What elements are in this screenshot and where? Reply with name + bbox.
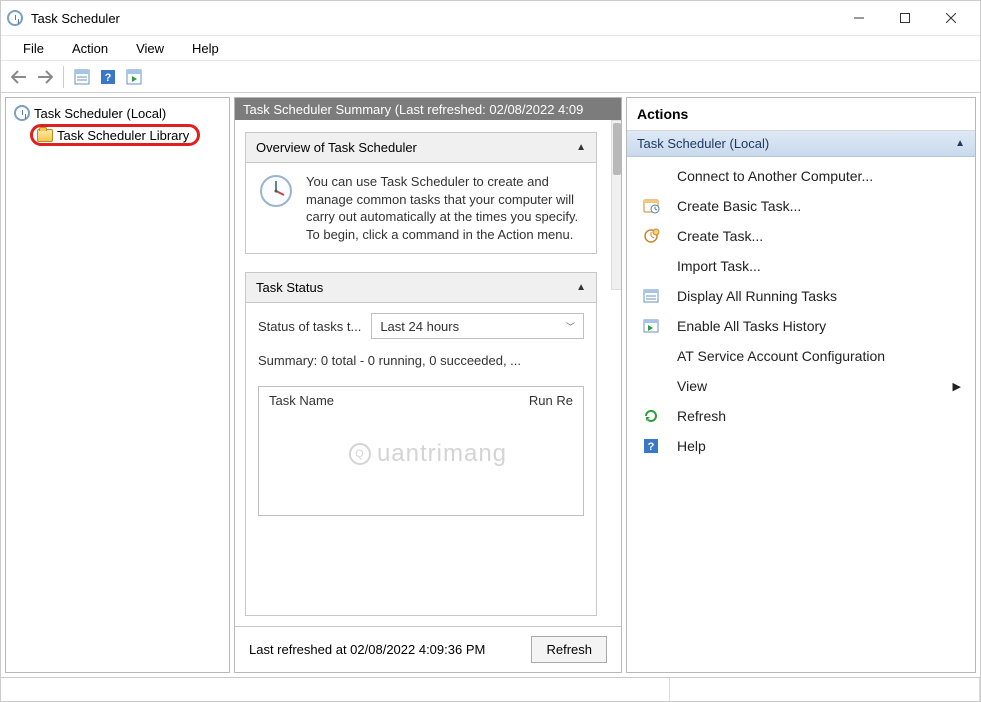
tree-pane: Task Scheduler (Local) Task Scheduler Li…	[5, 97, 230, 673]
blank-icon	[641, 376, 661, 396]
properties-icon[interactable]	[70, 65, 94, 89]
overview-title: Overview of Task Scheduler	[256, 140, 417, 155]
statusbar-cell	[1, 678, 670, 701]
action-create-basic-task[interactable]: Create Basic Task...	[627, 191, 975, 221]
clock-icon	[258, 173, 294, 212]
display-tasks-icon	[641, 286, 661, 306]
action-label: Help	[677, 438, 706, 454]
status-summary-line: Summary: 0 total - 0 running, 0 succeede…	[258, 353, 584, 368]
scheduler-icon	[14, 105, 30, 121]
refresh-icon	[641, 406, 661, 426]
center-pane: Task Scheduler Summary (Last refreshed: …	[234, 97, 622, 673]
status-filter-label: Status of tasks t...	[258, 319, 361, 334]
chevron-down-icon: ﹀	[566, 320, 575, 333]
action-label: View	[677, 378, 707, 394]
status-filter-combo[interactable]: Last 24 hours ﹀	[371, 313, 584, 339]
svg-text:?: ?	[648, 441, 655, 453]
chevron-up-icon: ▲	[576, 282, 586, 293]
action-connect-computer[interactable]: Connect to Another Computer...	[627, 161, 975, 191]
titlebar: Task Scheduler	[1, 1, 980, 35]
action-help[interactable]: ? Help	[627, 431, 975, 461]
tree-root[interactable]: Task Scheduler (Local)	[10, 102, 225, 124]
create-basic-task-icon	[641, 196, 661, 216]
col-run-result[interactable]: Run Re	[519, 387, 583, 414]
refresh-button[interactable]: Refresh	[531, 636, 607, 663]
task-status-panel: Task Status ▲ Status of tasks t... Last …	[245, 272, 597, 616]
actions-list: Connect to Another Computer... Create Ba…	[627, 157, 975, 465]
actions-pane: Actions Task Scheduler (Local) ▲ Connect…	[626, 97, 976, 673]
menu-help[interactable]: Help	[178, 38, 233, 59]
app-window: Task Scheduler File Action View Help ? T…	[0, 0, 981, 702]
forward-button[interactable]	[33, 65, 57, 89]
maximize-button[interactable]	[882, 1, 928, 35]
blank-icon	[641, 346, 661, 366]
tree-library[interactable]: Task Scheduler Library	[30, 124, 200, 146]
toolbar-separator	[63, 66, 64, 88]
chevron-up-icon: ▲	[955, 138, 965, 149]
action-label: Import Task...	[677, 258, 761, 274]
center-footer: Last refreshed at 02/08/2022 4:09:36 PM …	[235, 626, 621, 672]
menubar: File Action View Help	[1, 35, 980, 61]
toolbar: ?	[1, 61, 980, 93]
action-label: Create Task...	[677, 228, 763, 244]
tree-library-label: Task Scheduler Library	[57, 128, 189, 143]
overview-header[interactable]: Overview of Task Scheduler ▲	[246, 133, 596, 163]
action-import-task[interactable]: Import Task...	[627, 251, 975, 281]
overview-panel: Overview of Task Scheduler ▲ You can use…	[245, 132, 597, 254]
actions-section-header[interactable]: Task Scheduler (Local) ▲	[627, 131, 975, 157]
menu-file[interactable]: File	[9, 38, 58, 59]
menu-view[interactable]: View	[122, 38, 178, 59]
action-label: Create Basic Task...	[677, 198, 801, 214]
statusbar-cell	[670, 678, 980, 701]
minimize-button[interactable]	[836, 1, 882, 35]
help-icon: ?	[641, 436, 661, 456]
svg-text:?: ?	[105, 72, 112, 84]
summary-bar: Task Scheduler Summary (Last refreshed: …	[235, 98, 621, 120]
tree-root-label: Task Scheduler (Local)	[34, 106, 166, 121]
action-enable-history[interactable]: Enable All Tasks History	[627, 311, 975, 341]
col-task-name[interactable]: Task Name	[259, 387, 519, 414]
scrollbar[interactable]	[611, 120, 621, 290]
actions-title: Actions	[627, 98, 975, 131]
last-refreshed-label: Last refreshed at 02/08/2022 4:09:36 PM	[249, 642, 485, 657]
blank-icon	[641, 166, 661, 186]
task-status-title: Task Status	[256, 280, 323, 295]
action-refresh[interactable]: Refresh	[627, 401, 975, 431]
task-status-header[interactable]: Task Status ▲	[246, 273, 596, 303]
close-button[interactable]	[928, 1, 974, 35]
app-icon	[7, 10, 23, 26]
submenu-arrow-icon: ▶	[953, 380, 961, 393]
action-label: Display All Running Tasks	[677, 288, 837, 304]
overview-text: You can use Task Scheduler to create and…	[306, 173, 584, 243]
help-icon[interactable]: ?	[96, 65, 120, 89]
action-label: Refresh	[677, 408, 726, 424]
create-task-icon	[641, 226, 661, 246]
status-filter-value: Last 24 hours	[380, 319, 459, 334]
action-label: Connect to Another Computer...	[677, 168, 873, 184]
action-label: Enable All Tasks History	[677, 318, 826, 334]
action-at-service[interactable]: AT Service Account Configuration	[627, 341, 975, 371]
content-area: Task Scheduler (Local) Task Scheduler Li…	[1, 93, 980, 677]
window-title: Task Scheduler	[31, 11, 120, 26]
action-view[interactable]: View ▶	[627, 371, 975, 401]
statusbar	[1, 677, 980, 701]
back-button[interactable]	[7, 65, 31, 89]
chevron-up-icon: ▲	[576, 142, 586, 153]
enable-history-icon	[641, 316, 661, 336]
run-icon[interactable]	[122, 65, 146, 89]
folder-icon	[37, 127, 53, 143]
action-create-task[interactable]: Create Task...	[627, 221, 975, 251]
blank-icon	[641, 256, 661, 276]
menu-action[interactable]: Action	[58, 38, 122, 59]
action-display-running[interactable]: Display All Running Tasks	[627, 281, 975, 311]
action-label: AT Service Account Configuration	[677, 348, 885, 364]
actions-section-label: Task Scheduler (Local)	[637, 136, 769, 151]
status-table: Task Name Run Re	[258, 386, 584, 516]
